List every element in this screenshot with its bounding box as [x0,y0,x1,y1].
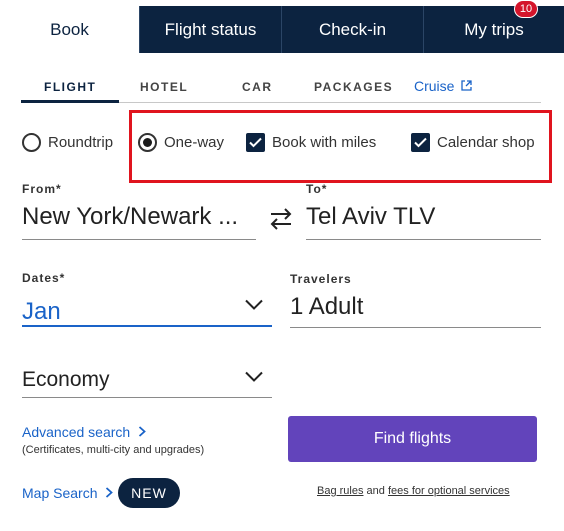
cabin-select[interactable]: Economy [22,368,110,392]
external-link-icon [461,80,473,91]
find-flights-button[interactable]: Find flights [288,416,537,462]
swap-arrows-icon [270,208,292,230]
highlight-box [129,110,552,183]
chevron-right-icon [138,426,146,437]
bag-rules-text: Bag rules and fees for optional services [317,485,510,497]
swap-airports-button[interactable] [269,207,293,236]
travelers-underline [290,327,541,328]
tab-book[interactable]: Book [0,0,139,53]
tab-car[interactable]: CAR [242,80,273,94]
advanced-search-label: Advanced search [22,424,131,440]
tab-check-in-label: Check-in [318,19,387,39]
tab-hotel[interactable]: HOTEL [140,80,188,94]
to-field[interactable]: Tel Aviv TLV [306,203,435,231]
roundtrip-label[interactable]: Roundtrip [48,134,113,151]
tab-flight-status-label: Flight status [164,19,257,39]
top-nav-tabs: Book Flight status Check-in My trips 10 [0,0,564,53]
from-label: From* [22,182,62,196]
from-field[interactable]: New York/Newark ... [22,203,238,231]
cruise-link[interactable]: Cruise [414,78,473,94]
to-underline [306,239,541,240]
tab-check-in[interactable]: Check-in [281,6,423,53]
tab-my-trips[interactable]: My trips [423,6,564,53]
chevron-down-icon[interactable] [245,299,263,311]
tab-packages[interactable]: PACKAGES [314,80,393,94]
tab-book-label: Book [50,19,89,39]
bag-rules-link[interactable]: Bag rules [317,485,363,497]
to-label: To* [306,182,328,196]
new-badge: NEW [118,478,180,508]
tab-flight[interactable]: FLIGHT [44,80,96,94]
travelers-field[interactable]: 1 Adult [290,293,363,321]
tab-my-trips-label: My trips [464,19,524,39]
optional-fees-link[interactable]: fees for optional services [388,485,510,497]
map-search-link[interactable]: Map Search [22,485,114,501]
cruise-link-label: Cruise [414,78,455,94]
tab-flight-status[interactable]: Flight status [139,6,281,53]
travelers-label: Travelers [290,272,352,286]
dates-label: Dates* [22,271,66,285]
dates-field[interactable]: Jan [22,298,61,326]
active-tab-indicator [21,100,119,103]
chevron-down-icon[interactable] [245,371,263,383]
map-search-label: Map Search [22,485,98,501]
advanced-search-link[interactable]: Advanced search [22,424,146,440]
my-trips-count-badge: 10 [514,0,538,18]
from-underline [22,239,256,240]
roundtrip-radio[interactable] [22,133,41,152]
bag-rules-conj: and [366,485,385,497]
chevron-right-icon [106,487,114,498]
advanced-search-note: (Certificates, multi-city and upgrades) [22,444,205,456]
cabin-underline [22,397,272,398]
dates-underline [22,325,272,327]
